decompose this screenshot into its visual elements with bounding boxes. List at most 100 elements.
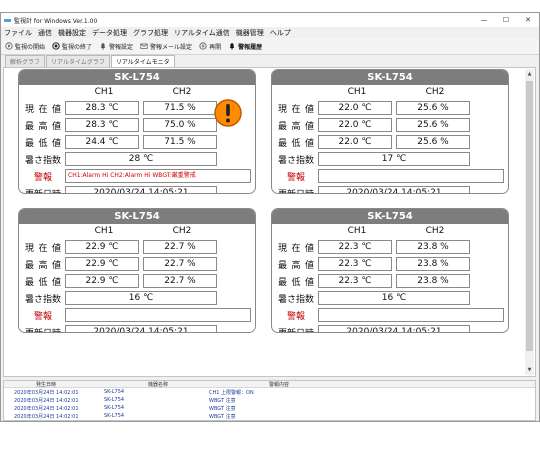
log-time: 2020年03月24日 14:02:01 xyxy=(14,397,79,404)
device-card: SK-L754 CH1 CH2 現在値 22.0 ℃ 25.6 % 最高値 22.0 ℃ 25.… xyxy=(271,69,509,194)
log-row[interactable]: 2020年03月24日 14:02:01 SK-L754 WBGT 注意 xyxy=(4,396,535,404)
current-value-label: 現在値 xyxy=(25,105,61,115)
alarm-mail-settings-button[interactable]: 警報メール設定 xyxy=(140,42,192,51)
maximize-button[interactable]: ☐ xyxy=(495,16,517,24)
heat-index-label: 暑さ指数 xyxy=(278,156,315,166)
alarm-log-list: 発生日時 機器名称 警報内容 2020年03月24日 14:02:01 SK-L7… xyxy=(3,380,536,421)
updated-label: 更新日時 xyxy=(25,326,61,332)
scroll-down-icon[interactable]: ▼ xyxy=(525,365,534,375)
min-value-label: 最低値 xyxy=(278,139,314,149)
log-header-device[interactable]: 機器名称 xyxy=(100,381,205,388)
scroll-up-icon[interactable]: ▲ xyxy=(525,69,534,79)
ch1-header: CH1 xyxy=(94,87,114,97)
ch1-header: CH1 xyxy=(94,226,114,236)
resume-icon xyxy=(199,42,207,50)
title-bar: 監視計 for Windows Ver.1.00 — ☐ ✕ xyxy=(1,13,539,27)
log-row[interactable]: 2020年03月24日 14:02:01 SK-L754 CH1 上限警報：ON xyxy=(4,388,535,396)
heat-index-label: 暑さ指数 xyxy=(25,295,62,305)
updated-value: 2020/03/24 14:05:21 xyxy=(65,186,217,193)
start-monitor-button[interactable]: 監視の開始 xyxy=(5,42,45,51)
resume-label: 再開 xyxy=(209,43,222,51)
max-value-ch1: 22.9 ℃ xyxy=(65,257,139,271)
device-name: SK-L754 xyxy=(19,209,255,224)
menu-device-settings[interactable]: 機器設定 xyxy=(58,28,86,38)
ch2-header: CH2 xyxy=(172,87,192,97)
heat-index-label: 暑さ指数 xyxy=(25,156,62,166)
menu-communication[interactable]: 通信 xyxy=(38,28,52,38)
max-value-ch2: 75.0 % xyxy=(143,118,217,132)
tab-realtime-graph[interactable]: リアルタイムグラフ xyxy=(46,55,110,67)
current-value-label: 現在値 xyxy=(278,244,314,254)
tab-realtime-monitor[interactable]: リアルタイムモニタ xyxy=(110,55,175,67)
menu-device-management[interactable]: 機器管理 xyxy=(236,28,264,38)
log-header-time[interactable]: 発生日時 xyxy=(4,381,100,388)
log-time: 2020年03月24日 14:02:01 xyxy=(14,405,79,412)
min-value-ch2: 71.5 % xyxy=(143,135,217,149)
max-value-ch1: 28.3 ℃ xyxy=(65,118,139,132)
close-button[interactable]: ✕ xyxy=(517,16,539,24)
stop-monitor-button[interactable]: 監視の終了 xyxy=(52,42,92,51)
alarm-message xyxy=(318,308,504,322)
ch2-header: CH2 xyxy=(172,226,192,236)
menu-bar: ファイル 通信 機器設定 データ処理 グラフ処理 リアルタイム通信 機器管理 ヘ… xyxy=(1,27,539,38)
stop-monitor-icon xyxy=(52,42,60,50)
current-value-ch1: 22.0 ℃ xyxy=(318,101,392,115)
log-row[interactable]: 2020年03月24日 14:02:01 SK-L754 WBGT 注意 xyxy=(4,412,535,420)
min-value-ch1: 24.4 ℃ xyxy=(65,135,139,149)
vertical-scrollbar[interactable]: ▲ ▼ xyxy=(525,69,534,375)
log-content: WBGT 注意 xyxy=(209,405,236,412)
ch2-header: CH2 xyxy=(425,87,445,97)
menu-help[interactable]: ヘルプ xyxy=(270,28,291,38)
menu-realtime-comm[interactable]: リアルタイム通信 xyxy=(174,28,230,38)
menu-graph-processing[interactable]: グラフ処理 xyxy=(133,28,168,38)
min-value-ch1: 22.3 ℃ xyxy=(318,274,392,288)
device-name: SK-L754 xyxy=(272,209,508,224)
tab-bar: 解析グラフ リアルタイムグラフ リアルタイムモニタ xyxy=(1,55,539,67)
updated-label: 更新日時 xyxy=(25,187,61,193)
min-value-label: 最低値 xyxy=(25,278,61,288)
updated-value: 2020/03/24 14:05:21 xyxy=(318,325,470,332)
log-header-content[interactable]: 警報内容 xyxy=(205,381,535,388)
log-row[interactable]: 2020年03月24日 14:02:01 SK-L754 WBGT 注意 xyxy=(4,404,535,412)
max-value-label: 最高値 xyxy=(25,261,61,271)
alarm-label: 警報 xyxy=(33,312,52,322)
log-device: SK-L754 xyxy=(104,397,125,403)
min-value-ch2: 23.8 % xyxy=(396,274,470,288)
resume-button[interactable]: 再開 xyxy=(199,42,221,51)
max-value-ch2: 25.6 % xyxy=(396,118,470,132)
max-value-label: 最高値 xyxy=(278,261,314,271)
ch1-header: CH1 xyxy=(347,226,367,236)
min-value-ch1: 22.9 ℃ xyxy=(65,274,139,288)
start-monitor-label: 監視の開始 xyxy=(15,43,46,51)
alarm-settings-button[interactable]: 警報設定 xyxy=(99,42,133,51)
log-device: SK-L754 xyxy=(104,405,125,411)
alarm-history-button[interactable]: 警報履歴 xyxy=(228,42,262,51)
menu-file[interactable]: ファイル xyxy=(4,28,32,38)
bell-icon xyxy=(100,43,106,50)
toolbar: 監視の開始 監視の終了 警報設定 警報メール設定 再開 警報履歴 xyxy=(1,38,539,55)
min-value-ch2: 25.6 % xyxy=(396,135,470,149)
alarm-message xyxy=(318,169,504,183)
ch1-header: CH1 xyxy=(347,87,367,97)
current-value-ch2: 71.5 % xyxy=(143,101,217,115)
current-value-ch1: 22.3 ℃ xyxy=(318,240,392,254)
monitor-panel: SK-L754 CH1 CH2 現在値 28.3 ℃ 71.5 % 最高値 28.3 ℃ 75.… xyxy=(3,67,536,377)
max-value-ch2: 22.7 % xyxy=(143,257,217,271)
log-content: WBGT 注意 xyxy=(209,413,236,420)
tab-analysis-graph[interactable]: 解析グラフ xyxy=(5,55,46,67)
min-value-ch1: 22.0 ℃ xyxy=(318,135,392,149)
window-title: 監視計 for Windows Ver.1.00 xyxy=(14,17,98,25)
menu-data-processing[interactable]: データ処理 xyxy=(92,28,127,38)
current-value-ch2: 22.7 % xyxy=(143,240,217,254)
log-header: 発生日時 機器名称 警報内容 xyxy=(4,381,535,388)
alarm-message xyxy=(65,308,251,322)
alarm-label: 警報 xyxy=(286,173,305,183)
minimize-button[interactable]: — xyxy=(473,16,495,24)
updated-value: 2020/03/24 14:05:21 xyxy=(65,325,217,332)
max-value-ch1: 22.3 ℃ xyxy=(318,257,392,271)
alarm-settings-label: 警報設定 xyxy=(109,43,134,51)
current-value-ch1: 22.9 ℃ xyxy=(65,240,139,254)
start-monitor-icon xyxy=(5,42,13,50)
max-value-label: 最高値 xyxy=(278,122,314,132)
scrollbar-thumb[interactable] xyxy=(526,81,533,351)
